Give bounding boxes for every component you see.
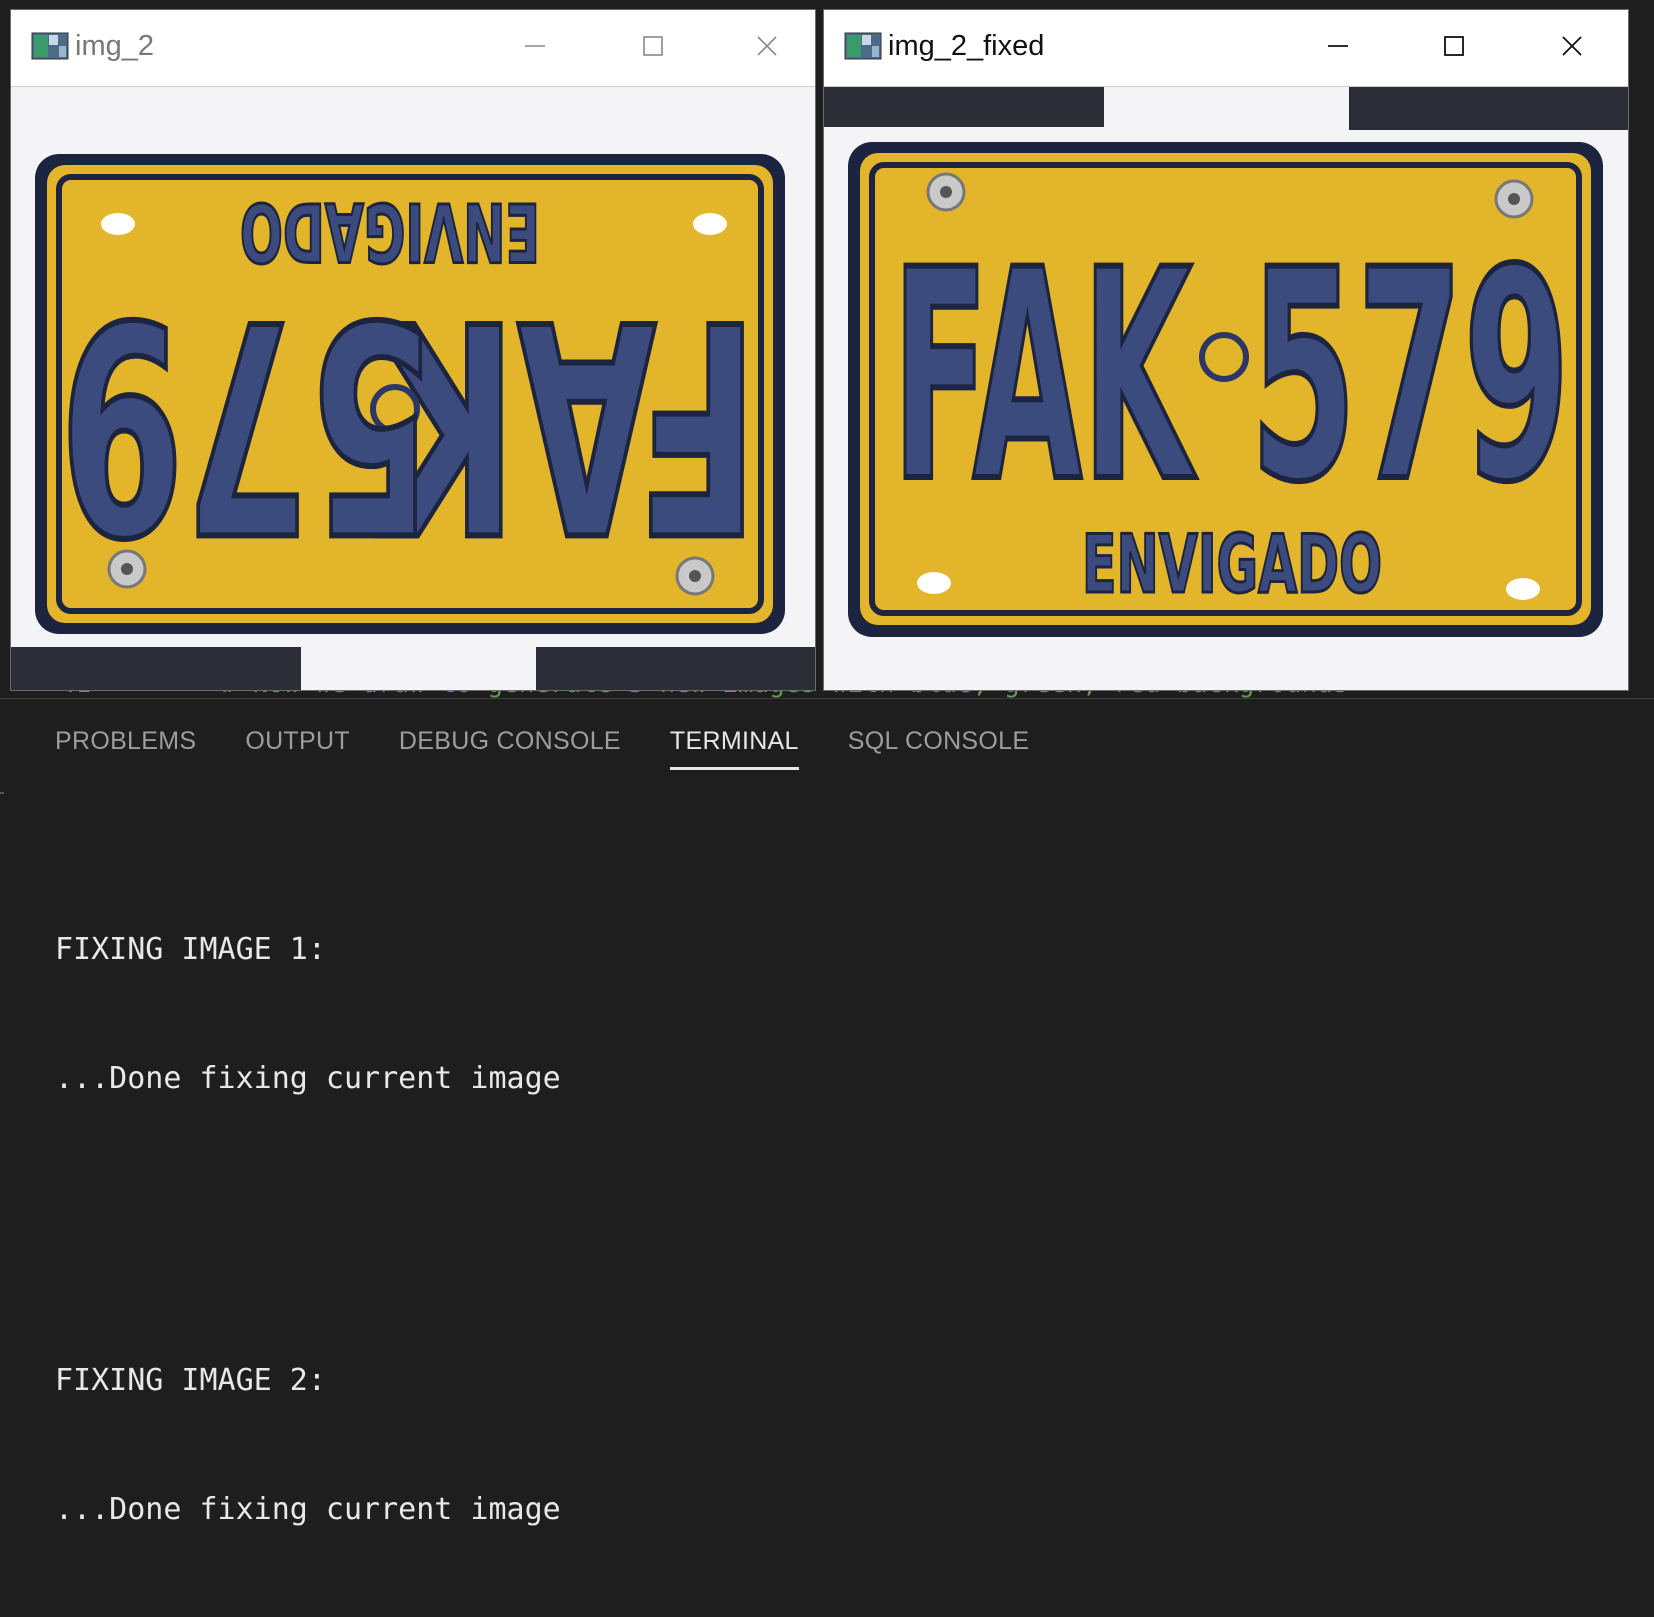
tab-debug-console[interactable]: DEBUG CONSOLE	[399, 727, 621, 770]
app-icon	[31, 32, 69, 60]
minimize-button[interactable]	[505, 24, 565, 68]
license-plate-image-fixed: FAK 579 ENVIGADO	[824, 87, 1628, 690]
maximize-button[interactable]	[1424, 24, 1484, 68]
plate-letters: FAK	[892, 209, 1197, 546]
tab-terminal[interactable]: TERMINAL	[669, 727, 799, 770]
plate-numbers: 579	[59, 255, 434, 593]
terminal-line: FIXING IMAGE 1:	[55, 932, 326, 967]
tab-sql-console[interactable]: SQL CONSOLE	[848, 727, 1030, 770]
close-button[interactable]	[737, 24, 797, 68]
maximize-icon	[1444, 36, 1464, 56]
minimize-button[interactable]	[1308, 24, 1368, 68]
window-titlebar[interactable]: img_2	[11, 10, 815, 87]
image-window-original[interactable]: img_2 FAK 579 ENVIGADO	[11, 10, 815, 690]
terminal-output[interactable]: FIXING IMAGE 1: ...Done fixing current i…	[55, 842, 1615, 1617]
close-icon	[757, 36, 777, 56]
close-button[interactable]	[1542, 24, 1602, 68]
minimize-icon	[1328, 45, 1348, 47]
plate-numbers: 579	[1250, 209, 1570, 546]
minimize-icon	[525, 45, 545, 47]
window-titlebar[interactable]: img_2_fixed	[824, 10, 1628, 87]
close-icon	[1562, 36, 1582, 56]
tab-problems[interactable]: PROBLEMS	[55, 727, 196, 770]
license-plate-image-rotated: FAK 579 ENVIGADO	[11, 87, 815, 690]
panel-edge-marker	[0, 792, 4, 794]
app-icon	[844, 32, 882, 60]
panel-tabs: PROBLEMS OUTPUT DEBUG CONSOLE TERMINAL S…	[55, 727, 1078, 770]
image-canvas: FAK 579 ENVIGADO	[11, 87, 815, 690]
image-window-fixed[interactable]: img_2_fixed FAK 579 ENVIGADO	[824, 10, 1628, 690]
terminal-line: ...Done fixing current image	[55, 1061, 561, 1096]
terminal-line: FIXING IMAGE 2:	[55, 1363, 326, 1398]
tab-output[interactable]: OUTPUT	[245, 727, 350, 770]
maximize-icon	[643, 36, 663, 56]
plate-city: ENVIGADO	[1082, 518, 1382, 611]
bottom-panel: PROBLEMS OUTPUT DEBUG CONSOLE TERMINAL S…	[0, 698, 1654, 1527]
maximize-button[interactable]	[623, 24, 683, 68]
window-title: img_2_fixed	[888, 30, 1045, 62]
plate-city: ENVIGADO	[240, 185, 540, 278]
image-canvas: FAK 579 ENVIGADO	[824, 87, 1628, 690]
terminal-line: ...Done fixing current image	[55, 1492, 561, 1527]
window-title: img_2	[75, 30, 154, 62]
